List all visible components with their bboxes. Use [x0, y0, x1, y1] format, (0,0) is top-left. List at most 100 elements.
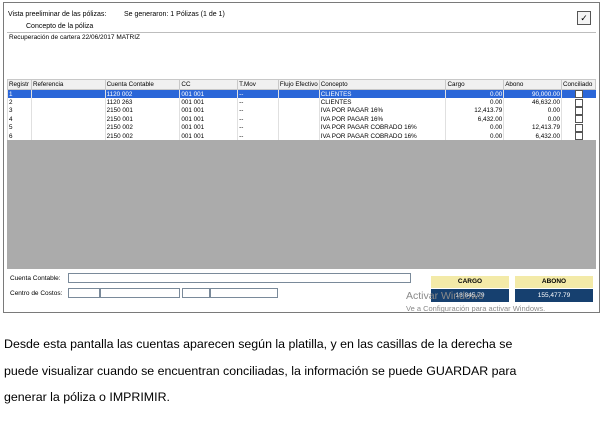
cell-flujo: [277, 98, 320, 107]
cell-referencia: [30, 106, 106, 116]
table-row[interactable]: 6 2150 002 001 001 -- IVA POR PAGAR COBRADO …: [7, 131, 596, 141]
col-header-flujo[interactable]: Flujo Efectivo: [277, 79, 320, 90]
polizas-grid[interactable]: Registr Referencia Cuenta Contable CC T.…: [7, 79, 597, 269]
concepto-label: Concepto de la póliza: [26, 23, 94, 30]
cell-concepto: IVA POR PAGAR COBRADO 16%: [318, 131, 446, 141]
cell-cargo: 0.00: [445, 89, 504, 99]
cell-cuenta: 2150 002: [104, 131, 180, 141]
cell-cc: 001 001: [179, 106, 238, 116]
table-row[interactable]: 1 1120 002 001 001 -- CLIENTES 0.00 90,000.00: [7, 89, 596, 99]
explanation-paragraph: Desde esta pantalla las cuentas aparecen…: [4, 331, 604, 411]
concepto-text: Recuperación de cartera 22/06/2017 MATRI…: [9, 34, 141, 41]
table-row[interactable]: 2 1120 263 001 001 -- CLIENTES 0.00 46,632.00: [7, 98, 596, 107]
poliza-preview-window: Vista preeliminar de las pólizas: Se gen…: [3, 2, 600, 313]
conciliado-checkbox[interactable]: [574, 106, 583, 115]
cell-referencia: [30, 98, 106, 107]
cell-cc: 001 001: [179, 98, 238, 107]
cell-cargo: 0.00: [445, 123, 504, 132]
cuenta-contable-field[interactable]: [68, 273, 411, 283]
col-header-conciliado[interactable]: Conciliado: [560, 79, 597, 90]
centro-costos-field-2[interactable]: [100, 288, 180, 298]
cell-flujo: [277, 131, 320, 141]
cell-abono: 0.00: [503, 106, 562, 116]
cell-tmov: --: [237, 123, 279, 132]
cell-abono: 90,000.00: [503, 89, 562, 99]
cell-referencia: [30, 115, 106, 124]
cell-abono: 12,413.79: [503, 123, 562, 132]
cell-registro: 6: [7, 131, 32, 141]
cell-concepto: IVA POR PAGAR 16%: [318, 106, 446, 116]
cell-flujo: [277, 123, 320, 132]
cell-registro: 3: [7, 106, 32, 116]
col-header-tmov[interactable]: T.Mov: [237, 79, 279, 90]
cell-concepto: CLIENTES: [318, 89, 446, 99]
col-header-cuenta[interactable]: Cuenta Contable: [104, 79, 181, 90]
cuenta-contable-label: Cuenta Contable:: [10, 275, 61, 282]
cell-tmov: --: [237, 98, 279, 107]
cell-cargo: 0.00: [445, 131, 504, 141]
polizas-table: Registr Referencia Cuenta Contable CC T.…: [7, 79, 597, 141]
cell-cc: 001 001: [179, 115, 238, 124]
cell-cuenta: 2150 001: [104, 106, 180, 116]
col-header-cc[interactable]: CC: [179, 79, 239, 90]
cell-conciliado: [560, 123, 596, 132]
cell-conciliado: [560, 98, 596, 107]
abono-total-value: 155,477.79: [515, 289, 593, 302]
conciliado-checkbox[interactable]: [574, 132, 583, 141]
cell-cargo: 0.00: [445, 98, 504, 107]
cargo-total-label: CARGO: [431, 276, 509, 288]
cell-abono: 46,632.00: [503, 98, 562, 107]
confirm-check-button[interactable]: ✓: [577, 11, 591, 25]
cell-concepto: CLIENTES: [318, 98, 446, 107]
col-header-registro[interactable]: Registr: [7, 79, 32, 90]
cell-conciliado: [560, 115, 596, 124]
cell-flujo: [277, 89, 320, 99]
cell-registro: 5: [7, 123, 32, 132]
centro-costos-field-1[interactable]: [68, 288, 100, 298]
cell-registro: 1: [7, 89, 32, 99]
cell-flujo: [277, 106, 320, 116]
cell-registro: 2: [7, 98, 32, 107]
centro-costos-field-4[interactable]: [210, 288, 278, 298]
conciliado-checkbox[interactable]: [574, 90, 583, 99]
table-row[interactable]: 3 2150 001 001 001 -- IVA POR PAGAR 16% 12,41…: [7, 106, 596, 116]
col-header-cargo[interactable]: Cargo: [445, 79, 505, 90]
centro-costos-label: Centro de Costos:: [10, 290, 63, 297]
paragraph-line: puede visualizar cuando se encuentran co…: [4, 363, 517, 378]
cell-referencia: [30, 123, 106, 132]
concepto-textarea[interactable]: Recuperación de cartera 22/06/2017 MATRI…: [7, 32, 596, 80]
cell-conciliado: [560, 131, 596, 141]
cell-cargo: 6,432.00: [445, 115, 504, 124]
col-header-abono[interactable]: Abono: [503, 79, 562, 90]
abono-total-label: ABONO: [515, 276, 593, 288]
cell-referencia: [30, 131, 106, 141]
cell-abono: 6,432.00: [503, 131, 562, 141]
centro-costos-field-3[interactable]: [182, 288, 210, 298]
table-row[interactable]: 4 2150 001 001 001 -- IVA POR PAGAR 16% 6,432…: [7, 115, 596, 124]
cell-tmov: --: [237, 131, 279, 141]
col-header-referencia[interactable]: Referencia: [30, 79, 106, 90]
col-header-concepto[interactable]: Concepto: [318, 79, 447, 90]
cell-cuenta: 1120 263: [104, 98, 180, 107]
cell-tmov: --: [237, 115, 279, 124]
cell-cc: 001 001: [179, 131, 238, 141]
cell-flujo: [277, 115, 320, 124]
cell-registro: 4: [7, 115, 32, 124]
activation-watermark-title: Activar Windows: [406, 290, 484, 302]
cell-abono: 0.00: [503, 115, 562, 124]
conciliado-checkbox[interactable]: [574, 123, 583, 132]
cell-concepto: IVA POR PAGAR 16%: [318, 115, 446, 124]
cell-cuenta: 2150 001: [104, 115, 180, 124]
paragraph-line: Desde esta pantalla las cuentas aparecen…: [4, 337, 513, 351]
cell-conciliado: [560, 106, 596, 116]
cell-cc: 001 001: [179, 123, 238, 132]
generated-count: Se generaron: 1 Pólizas (1 de 1): [124, 11, 225, 18]
conciliado-checkbox[interactable]: [574, 115, 583, 124]
cell-conciliado: [560, 89, 596, 99]
table-row[interactable]: 5 2150 002 001 001 -- IVA POR PAGAR COBRADO …: [7, 123, 596, 132]
conciliado-checkbox[interactable]: [574, 98, 583, 107]
cell-tmov: --: [237, 106, 279, 116]
cell-cuenta: 1120 002: [104, 89, 180, 99]
cell-concepto: IVA POR PAGAR COBRADO 16%: [318, 123, 446, 132]
vista-label: Vista preeliminar de las pólizas:: [8, 11, 107, 18]
